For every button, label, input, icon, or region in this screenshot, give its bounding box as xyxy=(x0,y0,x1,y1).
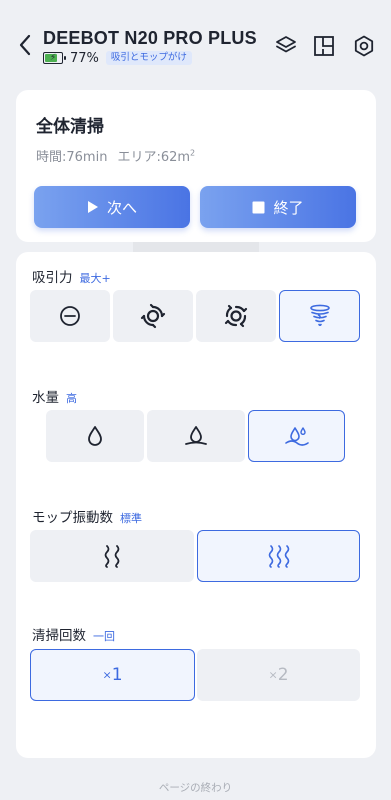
stop-icon xyxy=(252,201,265,213)
end-label: 終了 xyxy=(273,198,304,217)
suction-option-standard[interactable] xyxy=(113,290,193,342)
card-connector xyxy=(133,242,259,252)
suction-option-max-plus[interactable] xyxy=(279,290,360,342)
room-edit-button[interactable] xyxy=(312,34,336,58)
battery-percent: 77% xyxy=(70,50,99,66)
next-label: 次へ xyxy=(106,198,137,217)
map-layers-button[interactable] xyxy=(274,34,298,58)
back-button[interactable] xyxy=(12,32,38,58)
task-card: 全体清掃 時間:76min エリア:62m2 次へ 終了 xyxy=(16,90,376,242)
passes-option-1[interactable]: ×1 xyxy=(30,649,195,701)
mop-section-label: モップ振動数 標準 xyxy=(32,510,142,526)
suction-section-label: 吸引力 最大+ xyxy=(32,270,111,286)
layers-icon xyxy=(276,36,296,53)
passes-value: 一回 xyxy=(93,630,115,643)
vibration-standard-icon xyxy=(268,545,289,568)
max-icon xyxy=(224,304,248,328)
task-title: 全体清掃 xyxy=(36,117,104,137)
water-medium-icon xyxy=(185,426,207,445)
header: DEEBOT N20 PRO PLUS ⚡ 77% 吸引とモップがけ xyxy=(0,0,391,78)
task-area: エリア:62m2 xyxy=(117,148,196,165)
max-plus-icon xyxy=(309,304,330,327)
quiet-icon xyxy=(60,306,80,326)
mop-value: 標準 xyxy=(120,512,142,525)
mop-option-low[interactable] xyxy=(30,530,194,582)
settings-button[interactable] xyxy=(352,34,376,58)
standard-icon xyxy=(140,303,166,329)
water-value: 高 xyxy=(66,392,77,405)
water-option-low[interactable] xyxy=(46,410,144,462)
water-option-medium[interactable] xyxy=(147,410,245,462)
play-icon xyxy=(87,201,98,213)
status-row: ⚡ 77% 吸引とモップがけ xyxy=(43,50,192,66)
task-stats: 時間:76min エリア:62m2 xyxy=(36,146,195,165)
water-high-icon xyxy=(284,427,309,446)
battery-icon: ⚡ xyxy=(43,52,66,64)
end-of-page-text: ページの終わり xyxy=(158,782,233,794)
chevron-left-icon xyxy=(19,34,31,56)
vibration-low-icon xyxy=(104,545,120,568)
mop-option-standard[interactable] xyxy=(197,530,360,582)
gear-icon xyxy=(354,35,374,57)
water-low-icon xyxy=(88,426,102,446)
passes-option-2[interactable]: ×2 xyxy=(197,649,360,701)
suction-option-max[interactable] xyxy=(196,290,276,342)
end-button[interactable]: 終了 xyxy=(200,186,356,228)
suction-option-quiet[interactable] xyxy=(30,290,110,342)
task-time: 時間:76min xyxy=(36,150,108,165)
next-button[interactable]: 次へ xyxy=(34,186,190,228)
water-section-label: 水量 高 xyxy=(32,390,77,406)
floorplan-icon xyxy=(314,36,334,56)
settings-panel: 吸引力 最大+ 水量 高 モップ振動数 標準 清掃回数 一回 ×1 ×2 xyxy=(16,252,376,758)
passes-section-label: 清掃回数 一回 xyxy=(32,628,115,644)
mode-badge: 吸引とモップがけ xyxy=(105,51,192,65)
suction-value: 最大+ xyxy=(79,272,111,285)
water-option-high[interactable] xyxy=(248,410,345,462)
device-name: DEEBOT N20 PRO PLUS xyxy=(43,28,257,48)
